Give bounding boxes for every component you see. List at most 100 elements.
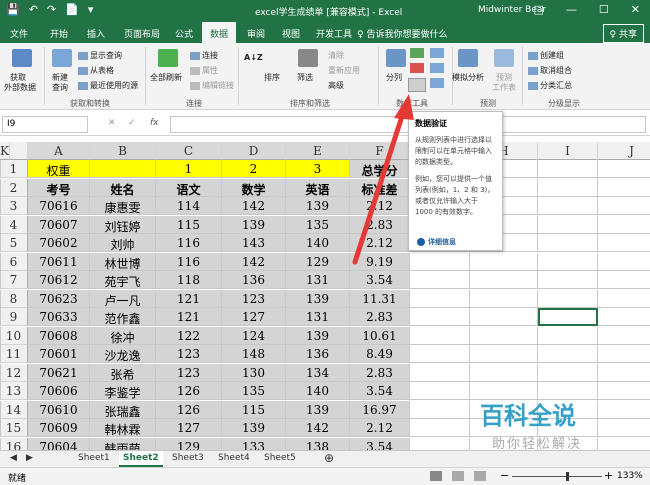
sheet-tab-5[interactable]: Sheet5 [264,453,296,463]
sheet-tab-4[interactable]: Sheet4 [218,453,250,463]
cell-e9[interactable]: 131 [286,308,350,326]
cell-d12[interactable]: 130 [222,363,286,382]
edit-links-item[interactable]: 编辑链接 [190,80,234,91]
cell-a11[interactable]: 70601 [28,345,90,363]
cell-k4[interactable] [0,215,1,234]
cell-e14[interactable]: 139 [286,400,350,419]
cell-j2[interactable] [598,179,650,197]
cell-j12[interactable] [598,364,650,382]
cell-e3[interactable]: 139 [286,197,350,215]
consolidate-icon[interactable] [430,48,444,58]
page-layout-view-icon[interactable] [452,471,464,481]
cell-h9[interactable] [470,308,538,326]
cell-a5[interactable]: 70602 [28,234,90,252]
add-sheet-button[interactable]: ⊕ [324,451,334,465]
share-button[interactable]: ♀ 共享 [602,24,644,43]
cell-d13[interactable]: 135 [222,382,286,400]
row-header-3[interactable]: 3 [0,197,28,215]
new-query-label-2[interactable]: 查询 [52,82,68,93]
cell-j5[interactable] [598,234,650,252]
cell-e15[interactable]: 142 [286,419,350,437]
cell-f14[interactable]: 16.97 [350,400,410,419]
cell-a7[interactable]: 70612 [28,271,90,289]
cell-f1[interactable]: 总学分 [350,160,410,178]
recent-sources-item[interactable]: 最近使用的源 [78,80,138,91]
page-break-view-icon[interactable] [474,471,486,481]
cell-c10[interactable]: 122 [156,326,222,345]
insert-function-icon[interactable]: fx [150,118,159,128]
properties-item[interactable]: 属性 [190,65,218,76]
cell-g11[interactable] [410,345,470,363]
cell-b6[interactable]: 林世博 [90,252,156,271]
scroll-left-icon[interactable]: ◀ [10,453,17,463]
name-box[interactable]: I9 [2,116,88,133]
cell-f2[interactable]: 标准差 [350,178,410,197]
column-header-d[interactable]: D [222,142,286,160]
cell-i5[interactable] [538,234,598,252]
zoom-out-button[interactable]: − [500,469,509,482]
cell-f13[interactable]: 3.54 [350,382,410,400]
cell-b9[interactable]: 范作鑫 [90,308,156,326]
cell-d3[interactable]: 142 [222,197,286,215]
cell-k12[interactable] [0,363,1,382]
cell-e12[interactable]: 134 [286,363,350,382]
cell-g10[interactable] [410,326,470,345]
group-item[interactable]: 创建组 [528,50,564,61]
cell-a15[interactable]: 70609 [28,419,90,437]
cell-i3[interactable] [538,197,598,215]
cell-i10[interactable] [538,326,598,345]
cell-j8[interactable] [598,290,650,308]
cell-c1[interactable]: 1 [156,160,222,178]
column-header-b[interactable]: B [90,142,156,160]
cell-b2[interactable]: 姓名 [90,178,156,197]
cell-k1[interactable] [0,160,1,178]
column-header-e[interactable]: E [286,142,350,160]
cell-c2[interactable]: 语文 [156,178,222,197]
column-header-f[interactable]: F [350,142,410,160]
maximize-button[interactable]: ☐ [599,3,609,16]
data-validation-icon[interactable] [408,78,426,92]
row-header-8[interactable]: 8 [0,289,28,308]
column-header-a[interactable]: A [28,142,90,160]
tab-insert[interactable]: 插入 [87,27,105,40]
cell-e8[interactable]: 139 [286,289,350,308]
minimize-button[interactable]: — [566,3,577,16]
cell-i2[interactable] [538,178,598,197]
remove-duplicates-icon[interactable] [410,63,424,73]
tell-me-search[interactable]: ♀ 告诉我你想要做什么 [357,27,447,40]
cell-j9[interactable] [598,308,650,326]
cell-j11[interactable] [598,345,650,363]
cell-a9[interactable]: 70633 [28,308,90,326]
row-header-1[interactable]: 1 [0,160,28,178]
text-to-columns-button[interactable]: 分列 [386,72,402,83]
row-header-4[interactable]: 4 [0,215,28,234]
cell-i12[interactable] [538,363,598,382]
cell-b10[interactable]: 徐冲 [90,326,156,345]
cell-a6[interactable]: 70611 [28,252,90,271]
undo-icon[interactable]: ↶ [29,3,38,16]
zoom-level[interactable]: 133% [617,471,643,481]
cell-k3[interactable] [0,197,1,215]
cell-c15[interactable]: 127 [156,419,222,437]
sort-button[interactable]: 排序 [264,72,280,83]
cell-d2[interactable]: 数学 [222,178,286,197]
row-header-9[interactable]: 9 [0,308,28,326]
cell-j3[interactable] [598,197,650,215]
cell-c14[interactable]: 126 [156,400,222,419]
cell-k6[interactable] [0,252,1,271]
customize-qat-icon[interactable]: ▾ [88,3,94,16]
cell-a10[interactable]: 70608 [28,326,90,345]
cell-c5[interactable]: 116 [156,234,222,252]
cell-d14[interactable]: 115 [222,400,286,419]
cell-b15[interactable]: 韩林霖 [90,419,156,437]
tab-formulas[interactable]: 公式 [175,27,193,40]
what-if-analysis-button[interactable]: 模拟分析 [452,72,484,83]
cell-c8[interactable]: 121 [156,289,222,308]
cell-d1[interactable]: 2 [222,160,286,178]
cell-j7[interactable] [598,271,650,289]
row-header-2[interactable]: 2 [0,178,28,197]
cell-a4[interactable]: 70607 [28,215,90,234]
cell-i4[interactable] [538,215,598,234]
sheet-tab-3[interactable]: Sheet3 [172,453,204,463]
cell-f6[interactable]: 9.19 [350,252,410,271]
